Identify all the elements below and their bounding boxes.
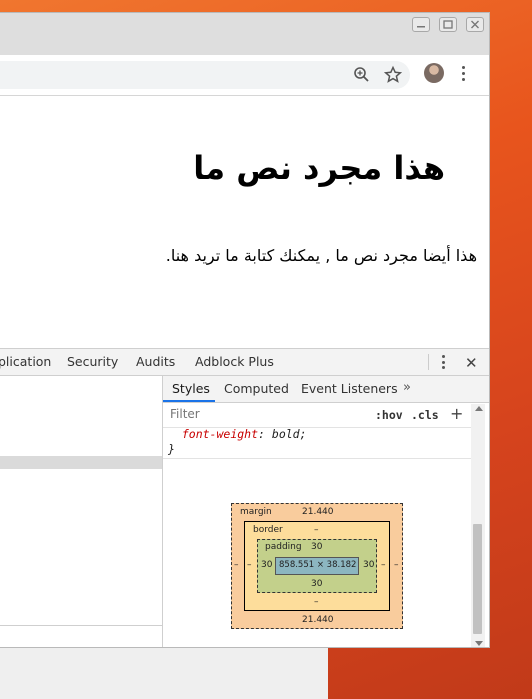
page-paragraph: هذا أيضا مجرد نص ما , يمكنك كتابة ما تري…: [165, 246, 477, 265]
styles-subtabbar: Styles Computed Event Listeners »: [163, 376, 489, 403]
minimize-button[interactable]: [412, 17, 430, 32]
rule-divider: [163, 458, 471, 459]
css-declaration[interactable]: font-weight: bold;: [168, 428, 307, 441]
css-closing-brace: }: [168, 442, 175, 456]
devtools-tabbar: plication Security Audits Adblock Plus ✕: [0, 349, 489, 376]
title-bar[interactable]: [0, 13, 489, 55]
tab-application[interactable]: plication: [0, 354, 51, 369]
maximize-button[interactable]: [439, 17, 457, 32]
styles-filter-input[interactable]: [166, 406, 370, 422]
margin-top-value[interactable]: 21.440: [302, 507, 334, 517]
padding-bottom-value[interactable]: 30: [311, 579, 322, 589]
add-rule-button[interactable]: +: [450, 404, 463, 423]
zoom-icon[interactable]: [352, 65, 372, 85]
tab-audits[interactable]: Audits: [136, 354, 175, 369]
tab-computed[interactable]: Computed: [224, 381, 289, 396]
tab-separator: [428, 354, 429, 370]
border-label: border: [253, 525, 283, 535]
active-tab-indicator: [163, 400, 215, 402]
box-model-padding[interactable]: padding 30 30 30 30 858.551 × 38.182: [257, 539, 377, 593]
more-tabs-chevron-icon[interactable]: »: [403, 380, 411, 395]
css-property: font-weight: [181, 427, 259, 441]
padding-left-value[interactable]: 30: [261, 560, 272, 570]
devtools-more-icon[interactable]: [442, 355, 445, 370]
close-icon: [471, 20, 479, 29]
selected-node-row[interactable]: [0, 456, 162, 469]
tab-styles[interactable]: Styles: [172, 381, 210, 396]
devtools-panel: plication Security Audits Adblock Plus ✕…: [0, 348, 489, 647]
border-right-value[interactable]: –: [381, 560, 386, 570]
maximize-icon: [443, 20, 453, 29]
box-model-margin[interactable]: margin 21.440 21.440 – – border – – – – …: [231, 503, 403, 629]
page-content: هذا مجرد نص ما هذا أيضا مجرد نص ما , يمك…: [0, 96, 489, 348]
padding-top-value[interactable]: 30: [311, 542, 322, 552]
background-window: [0, 648, 328, 699]
border-top-value[interactable]: –: [314, 525, 319, 535]
browser-window: هذا مجرد نص ما هذا أيضا مجرد نص ما , يمك…: [0, 12, 490, 648]
bookmark-star-icon[interactable]: [383, 65, 403, 85]
browser-toolbar: [0, 55, 489, 96]
tab-security[interactable]: Security: [67, 354, 118, 369]
box-model-border[interactable]: border – – – – padding 30 30 30 30 858.5…: [244, 521, 390, 611]
padding-label: padding: [265, 542, 302, 552]
margin-left-value[interactable]: –: [234, 560, 239, 570]
scroll-down-arrow-icon[interactable]: [475, 641, 483, 646]
css-colon: :: [258, 427, 265, 441]
minimize-icon: [417, 26, 425, 28]
devtools-close-icon[interactable]: ✕: [465, 354, 478, 372]
address-bar[interactable]: [0, 61, 410, 89]
border-bottom-value[interactable]: –: [314, 597, 319, 607]
padding-right-value[interactable]: 30: [363, 560, 374, 570]
filter-bar: :hov .cls +: [163, 403, 471, 428]
margin-label: margin: [240, 507, 272, 517]
margin-right-value[interactable]: –: [394, 560, 399, 570]
border-left-value[interactable]: –: [247, 560, 252, 570]
tab-event-listeners[interactable]: Event Listeners: [301, 381, 398, 396]
scroll-up-arrow-icon[interactable]: [475, 406, 483, 411]
tab-adblock-plus[interactable]: Adblock Plus: [195, 354, 274, 369]
css-value: bold;: [271, 427, 307, 441]
close-window-button[interactable]: [466, 17, 484, 32]
content-size-value: 858.551 × 38.182: [279, 560, 357, 570]
menu-kebab-icon[interactable]: [462, 66, 466, 84]
hov-toggle[interactable]: :hov: [375, 408, 403, 422]
page-heading: هذا مجرد نص ما: [193, 149, 445, 187]
margin-bottom-value[interactable]: 21.440: [302, 615, 334, 625]
profile-avatar[interactable]: [424, 63, 444, 83]
cls-toggle[interactable]: .cls: [411, 408, 439, 422]
box-model-content[interactable]: 858.551 × 38.182: [275, 557, 359, 575]
styles-scrollbar[interactable]: [471, 404, 485, 647]
scroll-thumb[interactable]: [473, 524, 482, 634]
breadcrumb-divider: [0, 625, 162, 626]
elements-tree-pane[interactable]: [0, 376, 163, 647]
styles-pane: Styles Computed Event Listeners » :hov .…: [163, 376, 489, 647]
